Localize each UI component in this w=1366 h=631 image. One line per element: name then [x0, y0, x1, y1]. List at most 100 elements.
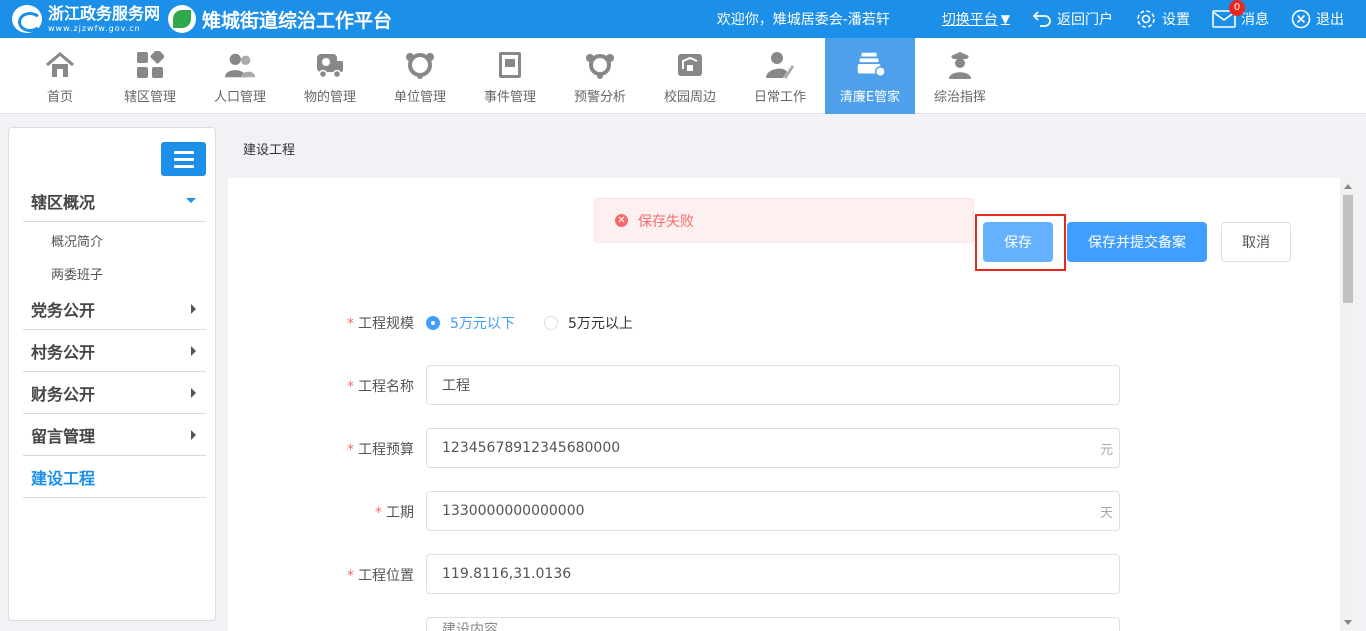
- error-icon: ✕: [615, 214, 628, 227]
- project-name-value: 工程: [442, 378, 470, 394]
- cancel-button[interactable]: 取消: [1221, 222, 1291, 262]
- sidebar-section-label: 村务公开: [31, 342, 96, 362]
- nav-label: 预警分析: [573, 90, 626, 105]
- grid-icon: [137, 51, 164, 78]
- nav-label: 首页: [46, 90, 73, 105]
- duration-label: * 工期: [375, 505, 414, 521]
- officer-icon: [949, 52, 971, 79]
- sidebar-section-district-overview[interactable]: 辖区概况: [23, 180, 206, 222]
- return-portal-label: 返回门户: [1057, 12, 1113, 28]
- nav-item-campus[interactable]: 校园周边: [645, 38, 735, 114]
- logout-label: 退出: [1316, 12, 1344, 28]
- leaf-logo-icon: [168, 5, 196, 33]
- top-bar: 浙江政务服务网 www.zjzwfw.gov.cn 雉城街道综治工作平台 欢迎你…: [0, 0, 1366, 38]
- caret-down-icon: ▼: [1000, 12, 1010, 26]
- portal-domain: www.zjzwfw.gov.cn: [48, 23, 141, 33]
- messages-label: 消息: [1241, 12, 1269, 28]
- save-and-submit-button[interactable]: 保存并提交备案: [1067, 222, 1207, 262]
- sidebar-section-label: 党务公开: [31, 300, 96, 320]
- error-alert: ✕ 保存失败: [594, 198, 974, 243]
- switch-platform-label: 切换平台: [941, 12, 998, 28]
- budget-value: 12345678912345680000: [442, 440, 621, 456]
- sidebar-section-construction[interactable]: 建设工程: [23, 456, 206, 498]
- settings-link[interactable]: 设置: [1135, 8, 1190, 30]
- menu-toggle-button[interactable]: [161, 142, 206, 176]
- error-message: 保存失败: [638, 213, 694, 230]
- nav-item-daily-work[interactable]: 日常工作: [735, 38, 825, 114]
- caret-right-icon: [191, 303, 196, 314]
- welcome-text: 欢迎你，雉城居委会-潘若轩: [716, 12, 890, 28]
- switch-platform-link[interactable]: 切换平台 ▼: [942, 9, 1010, 29]
- vertical-scrollbar[interactable]: [1340, 178, 1356, 631]
- location-value: 119.8116,31.0136: [442, 566, 572, 582]
- network-icon: [406, 53, 434, 79]
- save-button[interactable]: 保存: [983, 222, 1053, 262]
- scrollbar-thumb[interactable]: [1343, 195, 1353, 303]
- vehicle-icon: [317, 54, 343, 79]
- sidebar: 辖区概况 概况简介 两委班子 党务公开 村务公开 财务公开 留言管理 建设工程: [8, 127, 216, 621]
- budget-input[interactable]: 12345678912345680000 元: [426, 428, 1120, 468]
- portal-logo-icon: [12, 5, 42, 33]
- messages-link[interactable]: 0 消息: [1212, 0, 1269, 29]
- sidebar-section-label: 辖区概况: [31, 192, 96, 212]
- nav-label: 校园周边: [663, 90, 716, 105]
- caret-down-icon: [186, 198, 196, 203]
- project-name-input[interactable]: 工程: [426, 365, 1120, 405]
- nav-label: 综治指挥: [933, 90, 986, 105]
- scale-radio-above-5w[interactable]: 5万元以上: [544, 313, 633, 333]
- user-edit-icon: [766, 52, 794, 79]
- nav-item-events[interactable]: 事件管理: [465, 38, 555, 114]
- location-input[interactable]: 119.8116,31.0136: [426, 554, 1120, 594]
- scroll-up-icon[interactable]: [1344, 184, 1352, 189]
- sidebar-item-overview-intro[interactable]: 概况简介: [51, 231, 103, 250]
- portal-logo[interactable]: 浙江政务服务网 www.zjzwfw.gov.cn: [12, 5, 160, 33]
- nav-item-district[interactable]: 辖区管理: [105, 38, 195, 114]
- home-icon: [46, 52, 74, 77]
- nav-label: 日常工作: [753, 90, 806, 105]
- scroll-down-icon[interactable]: [1344, 620, 1352, 625]
- logout-link[interactable]: 退出: [1291, 9, 1344, 29]
- return-arrow-icon: [1032, 11, 1051, 27]
- alert-network-icon: [586, 54, 614, 79]
- book-icon: [499, 52, 521, 78]
- location-label: * 工程位置: [347, 568, 414, 584]
- sidebar-section-party-affairs[interactable]: 党务公开: [23, 288, 206, 330]
- nav-item-command[interactable]: 综治指挥: [915, 38, 1005, 114]
- sidebar-section-messages[interactable]: 留言管理: [23, 414, 206, 456]
- platform-title: 雉城街道综治工作平台: [202, 9, 393, 32]
- sidebar-section-village-affairs[interactable]: 村务公开: [23, 330, 206, 372]
- budget-unit: 元: [1099, 442, 1113, 458]
- caret-right-icon: [191, 345, 196, 356]
- close-circle-icon: [1291, 9, 1311, 29]
- project-name-label: * 工程名称: [347, 379, 414, 395]
- content-textarea[interactable]: 建设内容: [426, 617, 1120, 631]
- content-placeholder: 建设内容: [442, 622, 498, 631]
- sidebar-section-finance[interactable]: 财务公开: [23, 372, 206, 414]
- sidebar-item-two-committees[interactable]: 两委班子: [51, 264, 103, 283]
- nav-item-home[interactable]: 首页: [15, 38, 105, 114]
- nav-label: 事件管理: [483, 90, 536, 105]
- nav-label: 辖区管理: [123, 90, 176, 105]
- message-count-badge: 0: [1229, 0, 1245, 16]
- budget-label: * 工程预算: [347, 442, 414, 458]
- duration-input[interactable]: 1330000000000000 天: [426, 491, 1120, 531]
- radio-checked-icon: [426, 316, 440, 330]
- portal-name: 浙江政务服务网: [48, 3, 161, 23]
- nav-label: 物的管理: [303, 90, 356, 105]
- radio-label: 5万元以上: [568, 316, 633, 332]
- gear-icon: [1137, 10, 1155, 28]
- return-portal-link[interactable]: 返回门户: [1032, 9, 1113, 29]
- nav-item-objects[interactable]: 物的管理: [285, 38, 375, 114]
- platform-logo: 雉城街道综治工作平台: [168, 5, 392, 33]
- nav-item-units[interactable]: 单位管理: [375, 38, 465, 114]
- duration-unit: 天: [1099, 505, 1113, 521]
- sidebar-section-label: 建设工程: [31, 468, 96, 488]
- nav-label: 清廉E管家: [839, 90, 901, 105]
- caret-right-icon: [191, 387, 196, 398]
- nav-item-integrity-manager[interactable]: 清廉E管家: [825, 38, 915, 114]
- nav-label: 人口管理: [213, 90, 266, 105]
- nav-item-population[interactable]: 人口管理: [195, 38, 285, 114]
- hamburger-icon-bar: [173, 157, 194, 161]
- nav-item-warning[interactable]: 预警分析: [555, 38, 645, 114]
- scale-radio-below-5w[interactable]: 5万元以下: [426, 313, 515, 333]
